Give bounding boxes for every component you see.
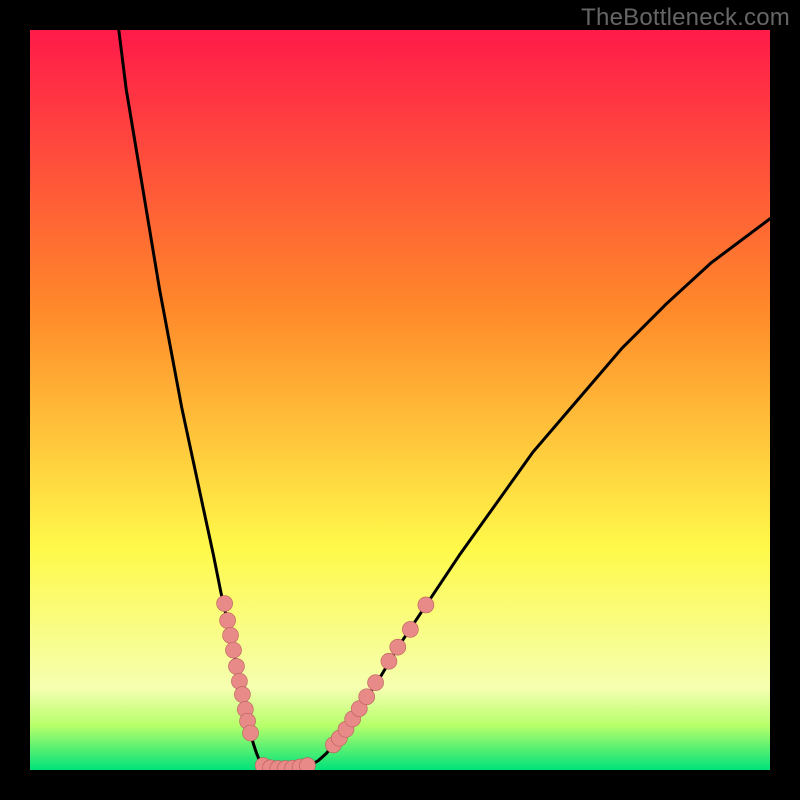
data-dot — [368, 675, 384, 691]
data-dot — [402, 621, 418, 637]
data-dot — [243, 725, 259, 741]
data-dot — [418, 597, 434, 613]
data-dot — [381, 653, 397, 669]
data-dot — [228, 658, 244, 674]
data-dot — [220, 613, 236, 629]
gradient-background — [30, 30, 770, 770]
data-dot — [217, 596, 233, 612]
chart-frame: TheBottleneck.com — [0, 0, 800, 800]
data-dot — [234, 687, 250, 703]
data-dot — [226, 642, 242, 658]
data-dot — [359, 689, 375, 705]
watermark-text: TheBottleneck.com — [581, 4, 790, 32]
data-dot — [390, 639, 406, 655]
plot-area — [30, 30, 770, 770]
data-dot — [223, 627, 239, 643]
chart-svg — [30, 30, 770, 770]
